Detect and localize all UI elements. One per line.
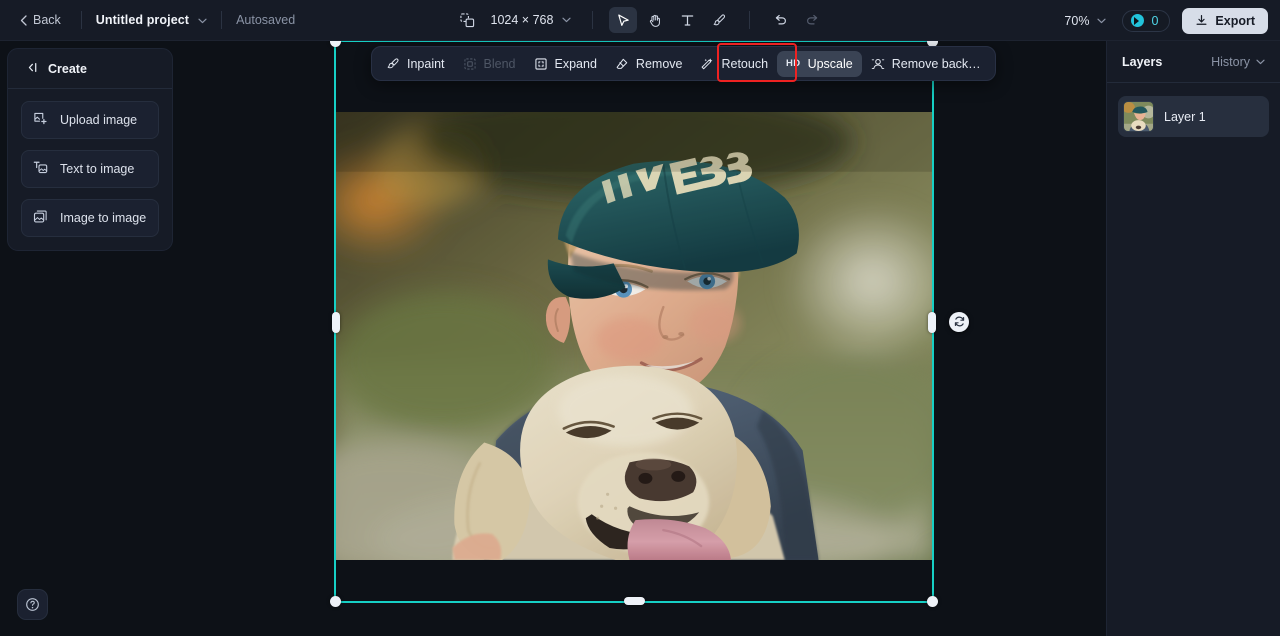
project-menu-chevron-down-icon[interactable] xyxy=(198,11,207,29)
selection-frame[interactable] xyxy=(330,41,969,607)
blend-icon xyxy=(463,57,476,70)
divider xyxy=(749,11,751,29)
credits-count: 0 xyxy=(1151,13,1159,28)
collapse-left-icon[interactable] xyxy=(24,61,38,77)
project-name[interactable]: Untitled project xyxy=(96,13,189,27)
image-to-image-label: Image to image xyxy=(60,211,147,225)
credit-coin-icon xyxy=(1131,14,1145,27)
app-root: Back Untitled project Autosaved 1024 × 7… xyxy=(0,0,1280,636)
retouch-button[interactable]: Retouch xyxy=(691,51,777,77)
divider xyxy=(1107,82,1280,83)
upload-image-icon xyxy=(33,111,48,129)
back-button[interactable]: Back xyxy=(14,9,67,31)
layer-thumbnail-image xyxy=(1124,102,1153,131)
text-to-image-button[interactable]: Text to image xyxy=(21,150,159,188)
divider xyxy=(8,88,172,89)
hd-badge: HD xyxy=(786,58,801,69)
download-icon xyxy=(1196,15,1207,25)
upload-image-label: Upload image xyxy=(60,113,138,127)
text-tool-button[interactable] xyxy=(673,7,701,33)
top-bar-right: 70% 0 Export xyxy=(1060,0,1268,41)
blend-label: Blend xyxy=(483,56,516,71)
autosave-status: Autosaved xyxy=(236,13,296,27)
zoom-level-selector[interactable]: 70% xyxy=(1060,10,1110,32)
resize-handle-left[interactable] xyxy=(332,311,340,333)
layer-name: Layer 1 xyxy=(1164,109,1206,124)
remove-background-button[interactable]: Remove back… xyxy=(862,51,990,77)
tab-history[interactable]: History xyxy=(1211,55,1265,69)
retouch-label: Retouch xyxy=(721,56,769,71)
undo-button[interactable] xyxy=(766,7,794,33)
eraser-icon xyxy=(616,58,628,69)
layer-item[interactable]: Layer 1 xyxy=(1118,96,1269,137)
hand-tool-button[interactable] xyxy=(641,7,669,33)
top-bar-left: Back Untitled project Autosaved xyxy=(0,9,295,31)
expand-button[interactable]: Expand xyxy=(525,51,606,77)
canvas-size-label: 1024 × 768 xyxy=(490,13,554,27)
create-panel-title: Create xyxy=(48,62,87,76)
zoom-level-label: 70% xyxy=(1064,13,1090,28)
create-panel-header: Create xyxy=(8,49,172,88)
canvas-area[interactable]: Inpaint Blend Expand Remove Retouch HD U… xyxy=(180,41,1106,636)
inpaint-label: Inpaint xyxy=(407,56,445,71)
image-to-image-icon xyxy=(33,209,48,227)
remove-label: Remove xyxy=(635,56,683,71)
text-to-image-icon xyxy=(33,160,48,178)
expand-icon xyxy=(534,57,547,70)
upscale-label: Upscale xyxy=(807,56,853,71)
chevron-down-icon xyxy=(1256,59,1265,65)
upload-image-button[interactable]: Upload image xyxy=(21,101,159,139)
divider xyxy=(221,11,223,29)
remove-button[interactable]: Remove xyxy=(606,51,692,77)
layer-thumbnail xyxy=(1123,101,1154,132)
redo-button[interactable] xyxy=(798,7,826,33)
create-panel: Create Upload image Text to image Image … xyxy=(7,48,173,251)
resize-handle-right[interactable] xyxy=(928,311,936,333)
image-to-image-button[interactable]: Image to image xyxy=(21,199,159,237)
tab-layers[interactable]: Layers xyxy=(1122,55,1162,69)
layers-panel-header: Layers History xyxy=(1107,41,1280,82)
remove-background-label: Remove back… xyxy=(891,56,981,71)
credits-badge[interactable]: 0 xyxy=(1122,9,1171,32)
back-label: Back xyxy=(33,13,61,27)
tab-history-label: History xyxy=(1211,55,1250,69)
resize-handle-bottom-left[interactable] xyxy=(330,596,341,607)
chevron-left-icon xyxy=(20,14,27,26)
chevron-down-icon xyxy=(1097,18,1107,23)
rotate-handle[interactable] xyxy=(949,311,969,332)
select-tool-button[interactable] xyxy=(609,7,638,33)
canvas-resize-icon[interactable] xyxy=(454,7,482,33)
divider xyxy=(592,11,594,29)
export-label: Export xyxy=(1215,13,1255,28)
inpaint-button[interactable]: Inpaint xyxy=(377,51,454,77)
help-button[interactable] xyxy=(17,589,48,620)
retouch-wand-icon xyxy=(702,57,713,69)
layers-panel: Layers History Layer 1 xyxy=(1106,41,1280,636)
resize-handle-top-left[interactable] xyxy=(330,41,341,47)
canvas-size-selector[interactable]: 1024 × 768 xyxy=(484,9,579,31)
remove-background-icon xyxy=(871,58,884,69)
help-circle-icon xyxy=(26,598,39,611)
resize-handle-bottom[interactable] xyxy=(624,597,645,605)
rotate-icon xyxy=(954,316,964,327)
inpaint-brush-icon xyxy=(387,57,399,68)
upscale-button[interactable]: HD Upscale xyxy=(777,50,862,77)
resize-handle-bottom-right[interactable] xyxy=(927,596,938,607)
brush-tool-button[interactable] xyxy=(705,7,733,33)
blend-button: Blend xyxy=(454,51,525,77)
image-actions-toolbar: Inpaint Blend Expand Remove Retouch HD U… xyxy=(371,46,996,81)
top-bar: Back Untitled project Autosaved 1024 × 7… xyxy=(0,0,1280,41)
chevron-down-icon xyxy=(562,17,572,23)
divider xyxy=(80,11,82,29)
expand-label: Expand xyxy=(554,56,597,71)
export-button[interactable]: Export xyxy=(1182,7,1268,34)
text-to-image-label: Text to image xyxy=(60,162,135,176)
